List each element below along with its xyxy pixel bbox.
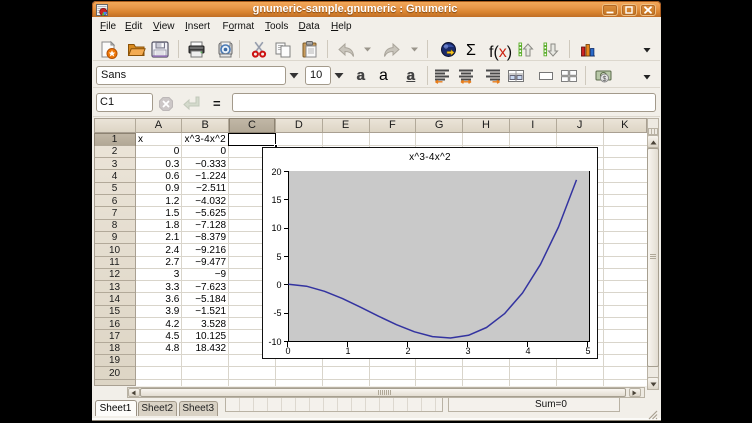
svg-text:$: $ — [603, 76, 607, 83]
